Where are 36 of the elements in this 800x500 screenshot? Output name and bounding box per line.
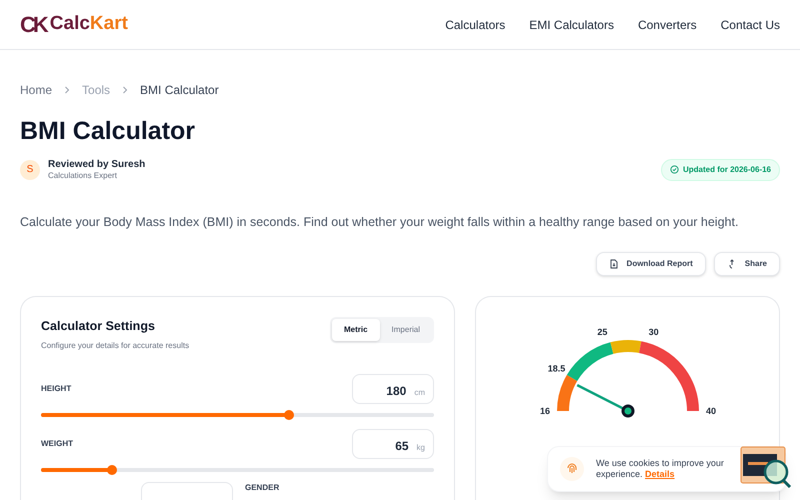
chevron-right-icon [64, 86, 70, 94]
reviewer-role: Calculations Expert [48, 171, 118, 181]
slider-thumb[interactable] [106, 464, 117, 474]
download-button[interactable]: Download Report [596, 252, 706, 276]
breadcrumb-link[interactable]: Home [20, 81, 52, 99]
nav-link[interactable]: Calculators [445, 16, 506, 34]
computer-search-icon [740, 446, 792, 488]
nav-link[interactable]: EMI Calculators [529, 16, 614, 34]
avatar: S [20, 160, 40, 180]
unit-tab[interactable]: Metric [332, 318, 380, 341]
page-title: BMI Calculator [19, 116, 196, 147]
card-subtitle: Configure your details for accurate results [41, 340, 190, 352]
logo-mark[interactable]: CK [20, 8, 46, 41]
updated-badge: Updated for 2026-06-16 [660, 158, 780, 181]
unit-tab[interactable]: Imperial [380, 318, 432, 341]
input-field[interactable]: 65 kg [352, 428, 434, 458]
chevron-right-icon [122, 86, 128, 94]
reviewer-name: Reviewed by Suresh [48, 158, 146, 171]
check-circle-icon [670, 165, 679, 174]
fingerprint-icon [566, 463, 578, 475]
bmi-gauge-drawing: 16 18.5 25 30 40 [512, 320, 742, 431]
slider-thumb[interactable] [284, 410, 294, 420]
field-label: HEIGHT [41, 382, 72, 394]
nav-link[interactable]: Contact Us [720, 16, 780, 34]
nav-link[interactable]: Converters [638, 16, 697, 34]
breadcrumb-link[interactable]: BMI Calculator [140, 81, 219, 99]
description: Calculate your Body Mass Index (BMI) in seconds. Find out whether your weight falls within a healthy range based on your height. [19, 214, 740, 231]
field-label: WEIGHT [41, 438, 73, 450]
field-label: GENDER [245, 482, 280, 494]
document-icon [608, 258, 619, 269]
slider-track[interactable] [41, 412, 434, 416]
input-field[interactable]: 180 cm [352, 374, 434, 404]
logo-text[interactable]: CalcKart [50, 10, 128, 39]
share-button[interactable]: Share [714, 252, 780, 276]
input-field[interactable] [141, 482, 233, 500]
card-title: Calculator Settings [41, 318, 156, 335]
